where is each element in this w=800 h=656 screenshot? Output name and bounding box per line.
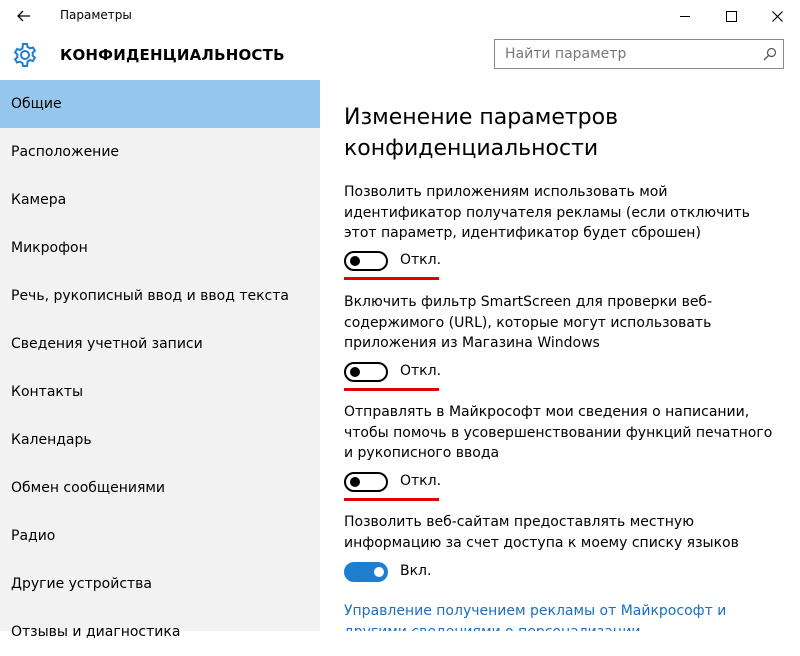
- search-input[interactable]: [505, 46, 745, 62]
- sidebar-item-account-info[interactable]: Сведения учетной записи: [0, 320, 320, 368]
- maximize-icon: [725, 10, 737, 22]
- toggle-knob: [350, 367, 360, 377]
- toggle-state-label: Откл.: [400, 363, 442, 379]
- close-icon: [771, 10, 783, 22]
- toggle-knob: [350, 256, 360, 266]
- sidebar-item-label: Общие: [11, 96, 62, 112]
- annotation-underline: [344, 277, 439, 280]
- sidebar-item-label: Камера: [11, 192, 67, 208]
- sidebar-item-label: Календарь: [11, 432, 92, 448]
- arrow-left-icon: [17, 10, 30, 22]
- sidebar-item-microphone[interactable]: Микрофон: [0, 224, 320, 272]
- sidebar-item-label: Сведения учетной записи: [11, 336, 203, 352]
- search-box[interactable]: [494, 39, 784, 69]
- setting-description: Отправлять в Майкрософт мои сведения о н…: [344, 404, 773, 461]
- window-title: Параметры: [60, 8, 132, 22]
- sidebar-item-speech[interactable]: Речь, рукописный ввод и ввод текста: [0, 272, 320, 320]
- annotation-underline: [344, 388, 439, 391]
- smartscreen-toggle[interactable]: [344, 362, 388, 382]
- sidebar-item-general[interactable]: Общие: [0, 80, 320, 128]
- sidebar: Общие Расположение Камера Микрофон Речь,…: [0, 80, 320, 640]
- page-title: КОНФИДЕНЦИАЛЬНОСТЬ: [60, 46, 285, 64]
- language-list-toggle[interactable]: [344, 562, 388, 582]
- sidebar-item-label: Контакты: [11, 384, 84, 400]
- sidebar-item-label: Расположение: [11, 144, 120, 160]
- sidebar-item-label: Отзывы и диагностика: [11, 624, 181, 640]
- setting-toggle-row: Откл.: [344, 472, 544, 501]
- close-button[interactable]: [754, 0, 800, 32]
- sidebar-item-label: Микрофон: [11, 240, 88, 256]
- manage-ads-link[interactable]: Управление получением рекламы от Майкрос…: [344, 601, 784, 631]
- sidebar-item-calendar[interactable]: Календарь: [0, 416, 320, 464]
- sidebar-item-label: Другие устройства: [11, 576, 152, 592]
- toggle-state-label: Откл.: [400, 473, 442, 489]
- toggle-knob: [350, 477, 360, 487]
- sidebar-item-label: Обмен сообщениями: [11, 480, 166, 496]
- sidebar-item-camera[interactable]: Камера: [0, 176, 320, 224]
- main-content: Изменение параметров конфиденциальности …: [344, 80, 794, 631]
- typing-info-toggle[interactable]: [344, 472, 388, 492]
- sidebar-item-contacts[interactable]: Контакты: [0, 368, 320, 416]
- maximize-button[interactable]: [708, 0, 754, 32]
- setting-toggle-row: Вкл.: [344, 562, 544, 586]
- sidebar-item-feedback[interactable]: Отзывы и диагностика: [0, 608, 320, 656]
- toggle-knob: [374, 567, 384, 577]
- sidebar-item-location[interactable]: Расположение: [0, 128, 320, 176]
- gear-icon: [13, 43, 37, 67]
- setting-toggle-row: Откл.: [344, 251, 544, 280]
- annotation-underline: [344, 498, 439, 501]
- minimize-button[interactable]: [662, 0, 708, 32]
- toggle-state-label: Вкл.: [400, 563, 432, 579]
- sidebar-item-label: Речь, рукописный ввод и ввод текста: [11, 288, 289, 304]
- minimize-icon: [680, 15, 690, 17]
- sidebar-item-radios[interactable]: Радио: [0, 512, 320, 560]
- sidebar-item-messaging[interactable]: Обмен сообщениями: [0, 464, 320, 512]
- sidebar-item-label: Радио: [11, 528, 56, 544]
- sidebar-item-other-devices[interactable]: Другие устройства: [0, 560, 320, 608]
- section-title: Изменение параметров конфиденциальности: [344, 105, 619, 161]
- settings-header: КОНФИДЕНЦИАЛЬНОСТЬ: [0, 32, 800, 78]
- title-bar: Параметры: [0, 0, 800, 32]
- back-button[interactable]: [8, 4, 40, 28]
- setting-description: Включить фильтр SmartScreen для проверки…: [344, 294, 713, 351]
- advertising-id-toggle[interactable]: [344, 251, 388, 271]
- setting-description: Позволить приложениям использовать мой и…: [344, 184, 750, 241]
- toggle-state-label: Откл.: [400, 252, 442, 268]
- setting-description: Позволить веб-сайтам предоставлять местн…: [344, 514, 739, 551]
- search-icon[interactable]: [763, 47, 777, 61]
- setting-toggle-row: Откл.: [344, 362, 544, 391]
